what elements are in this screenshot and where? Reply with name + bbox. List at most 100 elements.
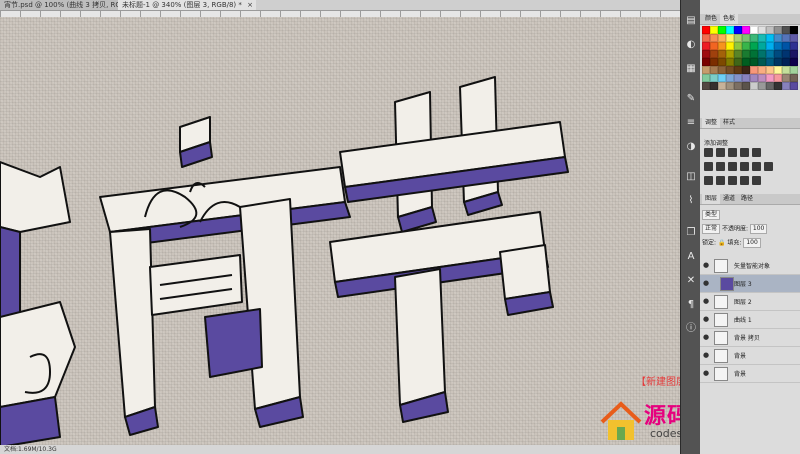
color-lookup-icon[interactable] (764, 162, 773, 171)
color-swatch[interactable] (750, 42, 758, 50)
color-swatch[interactable] (726, 50, 734, 58)
color-swatch[interactable] (766, 42, 774, 50)
layers-icon[interactable]: ❐ (684, 226, 698, 240)
color-swatch[interactable] (702, 26, 710, 34)
document-canvas[interactable]: 文档:1.69M/10.3G (0, 17, 680, 454)
color-swatch[interactable] (702, 82, 710, 90)
color-swatch[interactable] (710, 74, 718, 82)
color-swatch[interactable] (734, 50, 742, 58)
color-swatch[interactable] (766, 26, 774, 34)
color-swatch[interactable] (742, 74, 750, 82)
vibrance-icon[interactable] (752, 148, 761, 157)
layer-row[interactable]: ● 背景 (700, 347, 800, 365)
color-swatch[interactable] (726, 74, 734, 82)
color-swatch[interactable] (710, 42, 718, 50)
lock-icon[interactable]: 🔒 (718, 240, 725, 247)
eye-icon[interactable]: ● (703, 333, 711, 341)
color-swatch[interactable] (782, 26, 790, 34)
color-swatch[interactable] (774, 66, 782, 74)
black-white-icon[interactable] (728, 162, 737, 171)
color-swatch[interactable] (766, 50, 774, 58)
color-swatch[interactable] (702, 50, 710, 58)
color-swatch[interactable] (702, 74, 710, 82)
color-swatch[interactable] (782, 34, 790, 42)
tab-document-2[interactable]: 未标题-1 @ 340% (图层 3, RGB/8) * × (118, 0, 256, 10)
color-swatch[interactable] (718, 74, 726, 82)
eye-icon[interactable]: ● (703, 279, 711, 287)
color-swatch[interactable] (758, 74, 766, 82)
layer-row[interactable]: ● 背景 (700, 365, 800, 383)
tools-icon[interactable]: ✕ (684, 274, 698, 288)
color-swatch[interactable] (726, 66, 734, 74)
tab-paths[interactable]: 路径 (738, 194, 756, 204)
properties-icon[interactable]: ≡ (684, 116, 698, 130)
layer-row[interactable]: ● 图层 2 (700, 293, 800, 311)
color-swatch[interactable] (742, 58, 750, 66)
color-swatch[interactable] (710, 66, 718, 74)
layer-row[interactable]: ● 曲线 1 (700, 311, 800, 329)
exposure-icon[interactable] (740, 148, 749, 157)
layer-row[interactable]: ● 矢量智能对象 (700, 257, 800, 275)
paths-icon[interactable]: ⌇ (684, 194, 698, 208)
tab-layers[interactable]: 图层 (702, 194, 721, 204)
color-swatch[interactable] (782, 74, 790, 82)
color-swatch[interactable] (790, 26, 798, 34)
color-swatch[interactable] (742, 50, 750, 58)
layer-row-selected[interactable]: ● 图层 3 (700, 275, 800, 293)
color-swatch[interactable] (718, 50, 726, 58)
color-swatch[interactable] (774, 34, 782, 42)
color-swatch[interactable] (718, 26, 726, 34)
color-swatch[interactable] (734, 82, 742, 90)
color-swatch[interactable] (750, 74, 758, 82)
gradient-map-icon[interactable] (740, 176, 749, 185)
color-swatch[interactable] (774, 74, 782, 82)
tab-color[interactable]: 颜色 (702, 14, 720, 24)
color-swatch[interactable] (726, 34, 734, 42)
levels-icon[interactable] (716, 148, 725, 157)
color-swatch[interactable] (766, 34, 774, 42)
color-swatch[interactable] (726, 82, 734, 90)
swatch-grid[interactable] (702, 26, 798, 108)
color-swatch[interactable] (782, 42, 790, 50)
color-swatch[interactable] (718, 58, 726, 66)
tab-styles[interactable]: 样式 (720, 118, 738, 128)
color-swatch[interactable] (790, 74, 798, 82)
tab-document-1[interactable]: 宵节.psd @ 100% (曲线 3 拷贝, RGB/8) × (0, 0, 146, 10)
tab-adjustments[interactable]: 调整 (702, 118, 721, 128)
photo-filter-icon[interactable] (740, 162, 749, 171)
color-swatch[interactable] (782, 82, 790, 90)
color-swatch[interactable] (726, 26, 734, 34)
color-swatch[interactable] (742, 82, 750, 90)
brightness-icon[interactable] (704, 148, 713, 157)
tab-swatches[interactable]: 色板 (720, 14, 739, 24)
color-swatch[interactable] (774, 42, 782, 50)
selective-color-icon[interactable] (752, 176, 761, 185)
color-swatch[interactable] (774, 50, 782, 58)
color-swatch[interactable] (782, 66, 790, 74)
color-icon[interactable]: ◐ (684, 38, 698, 52)
color-swatch[interactable] (734, 58, 742, 66)
color-swatch[interactable] (710, 82, 718, 90)
color-swatch[interactable] (774, 58, 782, 66)
eye-icon[interactable]: ● (703, 369, 711, 377)
color-swatch[interactable] (790, 66, 798, 74)
color-swatch[interactable] (710, 58, 718, 66)
invert-icon[interactable] (704, 176, 713, 185)
color-swatch[interactable] (734, 42, 742, 50)
color-swatch[interactable] (790, 82, 798, 90)
color-swatch[interactable] (710, 26, 718, 34)
swatches-icon[interactable]: ▦ (684, 62, 698, 76)
color-swatch[interactable] (790, 50, 798, 58)
color-swatch[interactable] (718, 66, 726, 74)
color-swatch[interactable] (726, 42, 734, 50)
color-swatch[interactable] (750, 50, 758, 58)
color-swatch[interactable] (750, 82, 758, 90)
color-swatch[interactable] (758, 82, 766, 90)
color-swatch[interactable] (774, 26, 782, 34)
color-swatch[interactable] (758, 42, 766, 50)
color-swatch[interactable] (718, 34, 726, 42)
opacity-input[interactable]: 100 (749, 224, 768, 234)
color-swatch[interactable] (758, 34, 766, 42)
color-swatch[interactable] (718, 82, 726, 90)
color-swatch[interactable] (734, 26, 742, 34)
